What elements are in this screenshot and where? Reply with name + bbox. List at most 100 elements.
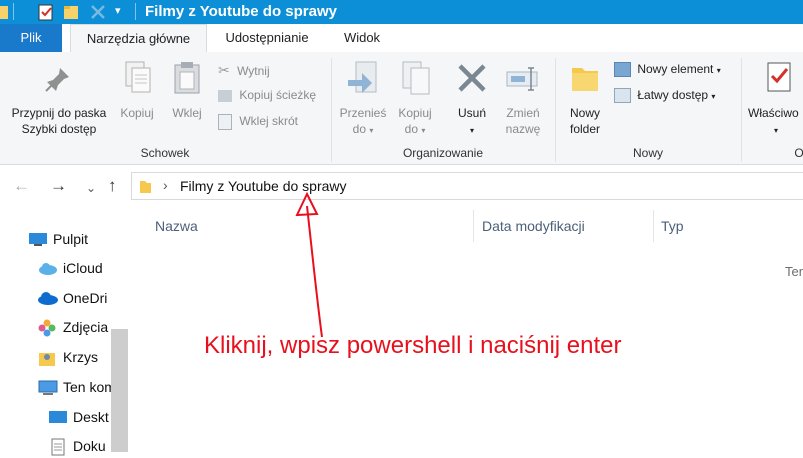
- new-folder-icon[interactable]: [63, 3, 79, 21]
- toolbar-divider: [13, 3, 14, 20]
- copy-path-label: Kopiuj ścieżkę: [239, 88, 317, 102]
- move-to-label-line2: do ▾: [352, 122, 374, 136]
- new-folder-button[interactable]: Nowy folder: [560, 52, 610, 142]
- quick-access-dropdown-icon[interactable]: ▾: [115, 4, 121, 17]
- new-item-dropdown-icon: ▾: [716, 66, 721, 75]
- column-header-date-modified[interactable]: Data modyfikacji: [482, 218, 585, 234]
- cut-label: Wytnij: [237, 64, 270, 78]
- copy-to-button[interactable]: Kopiuj do ▾: [392, 52, 438, 142]
- group-label-new: Nowy: [632, 146, 663, 160]
- nav-item-photos[interactable]: Zdjęcia: [0, 315, 111, 339]
- new-item-icon: [614, 62, 631, 78]
- scissors-icon: ✂: [218, 62, 230, 78]
- column-separator[interactable]: [653, 210, 654, 242]
- copy-to-icon: [402, 61, 430, 95]
- copy-to-label-line1: Kopiuj: [398, 106, 432, 120]
- easy-access-dropdown-icon: ▾: [711, 92, 716, 101]
- easy-access-label: Łatwy dostęp: [637, 88, 709, 102]
- copy-button[interactable]: Kopiuj: [114, 52, 160, 142]
- title-bar: ▾ Filmy z Youtube do sprawy: [0, 0, 803, 24]
- nav-item-desktop[interactable]: Pulpit: [0, 227, 111, 251]
- paste-shortcut-button[interactable]: Wklej skrót: [218, 114, 298, 130]
- delete-icon[interactable]: [90, 3, 106, 21]
- ribbon-tabs: Plik Narzędzia główne Udostępnianie Wido…: [0, 24, 803, 53]
- pin-icon: [45, 68, 69, 92]
- icloud-icon: [39, 263, 57, 275]
- pin-label-line1: Przypnij do paska: [11, 106, 107, 120]
- properties-button[interactable]: Właściwo ▾: [746, 52, 803, 142]
- group-label-open: O: [794, 146, 803, 160]
- onedrive-cloud-icon: [38, 292, 58, 305]
- column-header-type[interactable]: Typ: [661, 218, 684, 234]
- pin-to-quick-access-button[interactable]: Przypnij do paska Szybki dostęp: [0, 52, 114, 142]
- annotation-arrow-icon: [295, 191, 323, 338]
- empty-folder-text: Ten: [785, 264, 803, 279]
- this-pc-icon: [38, 380, 58, 395]
- forward-arrow-icon[interactable]: →: [50, 176, 67, 196]
- nav-item-desktop-pc[interactable]: Deskt: [0, 405, 111, 429]
- properties-dropdown-icon[interactable]: ▾: [774, 121, 778, 139]
- pin-label-line2: Szybki dostęp: [21, 122, 97, 136]
- easy-access-button[interactable]: Łatwy dostęp ▾: [614, 88, 716, 104]
- ribbon: Przypnij do paska Szybki dostęp Kopiuj W…: [0, 52, 803, 165]
- nav-item-user[interactable]: Krzys: [0, 345, 111, 369]
- up-arrow-icon[interactable]: ↑: [108, 176, 117, 196]
- paste-label: Wklej: [172, 106, 202, 120]
- tab-view[interactable]: Widok: [330, 24, 394, 52]
- group-label-organize: Organizowanie: [402, 146, 484, 160]
- navigation-pane: Pulpit iCloud OneDri Zdjęcia Krzys Ten k…: [0, 209, 128, 456]
- new-item-button[interactable]: Nowy element ▾: [614, 62, 721, 78]
- cut-button[interactable]: ✂ Wytnij: [218, 62, 270, 79]
- nav-item-this-pc[interactable]: Ten kom: [0, 375, 111, 399]
- new-folder-big-icon: [572, 68, 598, 91]
- tab-share[interactable]: Udostępnianie: [214, 24, 320, 52]
- properties-big-icon: [767, 62, 791, 92]
- nav-item-icloud[interactable]: iCloud: [0, 256, 111, 280]
- annotation-text: Kliknij, wpisz powershell i naciśnij ent…: [204, 332, 622, 359]
- new-folder-label-line2: folder: [569, 122, 601, 136]
- easy-access-icon: [614, 88, 631, 104]
- folder-icon: [0, 6, 8, 19]
- breadcrumb-separator-icon[interactable]: ›: [163, 177, 168, 193]
- paste-shortcut-label: Wklej skrót: [239, 114, 299, 129]
- column-separator[interactable]: [473, 210, 474, 242]
- rename-label-line1: Zmień: [506, 106, 540, 120]
- move-to-icon: [348, 61, 377, 93]
- nav-item-documents[interactable]: Doku: [0, 434, 111, 458]
- back-arrow-icon[interactable]: ←: [13, 176, 30, 196]
- tab-file[interactable]: Plik: [0, 24, 62, 52]
- desktop-icon: [29, 233, 47, 246]
- user-folder-icon: [39, 353, 55, 366]
- address-bar[interactable]: › Filmy z Youtube do sprawy: [131, 172, 803, 200]
- delete-dropdown-icon[interactable]: ▾: [448, 121, 496, 139]
- copy-to-label-line2: do ▾: [404, 122, 426, 136]
- nav-item-onedrive[interactable]: OneDri: [0, 286, 111, 310]
- paste-shortcut-icon: [218, 114, 232, 130]
- recent-locations-chevron-icon[interactable]: ⌄: [86, 181, 96, 195]
- copy-icon: [125, 61, 151, 93]
- properties-icon[interactable]: [37, 3, 55, 21]
- group-label-clipboard: Schowek: [140, 146, 190, 160]
- copy-label: Kopiuj: [120, 106, 154, 120]
- photos-flower-icon: [38, 319, 56, 337]
- nav-pane-scrollbar[interactable]: [111, 329, 128, 452]
- delete-x-icon: [458, 64, 486, 92]
- toolbar-divider: [135, 3, 136, 20]
- desktop-folder-icon: [49, 411, 67, 423]
- delete-button[interactable]: Usuń ▾: [448, 52, 496, 142]
- new-item-label: Nowy element: [637, 62, 714, 76]
- folder-icon: [140, 181, 151, 193]
- rename-button[interactable]: Zmień nazwę: [498, 52, 548, 142]
- paste-button[interactable]: Wklej: [164, 52, 210, 142]
- new-folder-label-line1: Nowy: [569, 106, 600, 120]
- rename-label-line2: nazwę: [505, 122, 541, 136]
- rename-icon: [506, 67, 538, 91]
- column-header-name[interactable]: Nazwa: [155, 218, 198, 234]
- properties-label: Właściwo: [748, 106, 799, 120]
- documents-icon: [51, 438, 65, 456]
- paste-icon: [174, 62, 200, 94]
- copy-path-button[interactable]: Kopiuj ścieżkę: [218, 88, 316, 102]
- tab-home[interactable]: Narzędzia główne: [70, 24, 207, 53]
- move-to-button[interactable]: Przenieś do ▾: [336, 52, 390, 142]
- group-separator: [741, 58, 742, 162]
